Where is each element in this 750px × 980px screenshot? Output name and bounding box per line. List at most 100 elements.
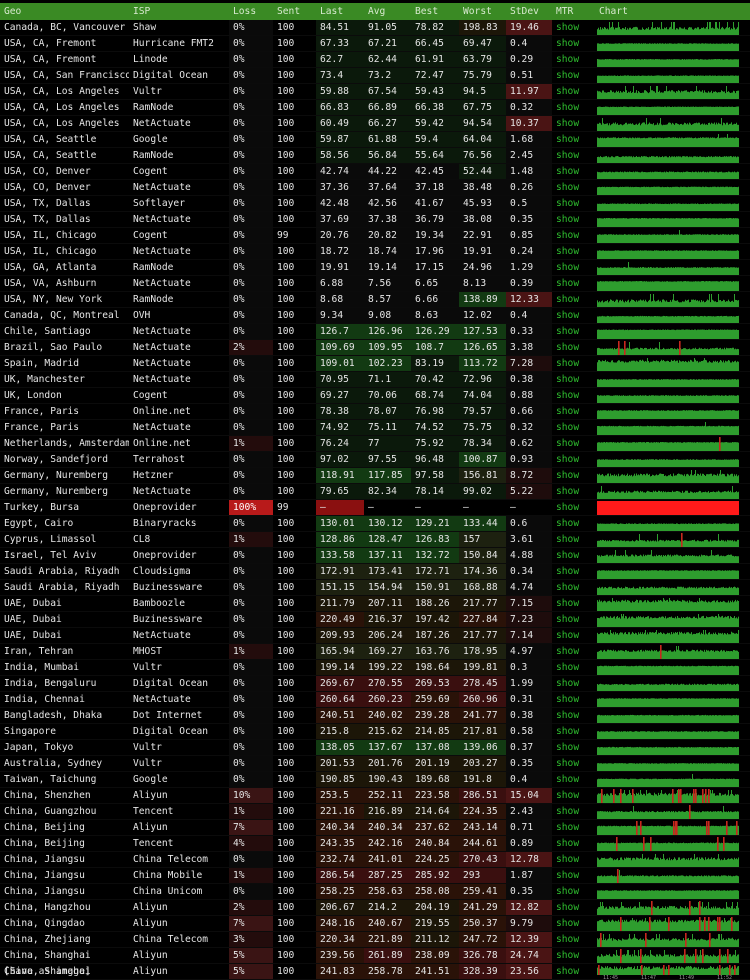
mtr-show-link[interactable]: show: [556, 326, 579, 337]
mtr-show-link[interactable]: show: [556, 678, 579, 689]
cell-avg: 260.23: [364, 691, 411, 708]
mtr-show-link[interactable]: show: [556, 342, 579, 353]
mtr-show-link[interactable]: show: [556, 310, 579, 321]
mtr-show-link[interactable]: show: [556, 598, 579, 609]
table-row: Japan, Tokyo Vultr 0% 100 138.05 137.67 137.08…: [0, 739, 750, 756]
mtr-show-link[interactable]: show: [556, 198, 579, 209]
cell-chart: [595, 883, 750, 900]
cell-geo: UAE, Dubai: [0, 611, 129, 628]
mtr-show-link[interactable]: show: [556, 230, 579, 241]
cell-isp: NetActuate: [129, 339, 229, 356]
cell-best: 55.64: [411, 147, 459, 164]
cell-stdev: 0.85: [506, 227, 552, 244]
mtr-show-link[interactable]: show: [556, 134, 579, 145]
mtr-show-link[interactable]: show: [556, 214, 579, 225]
cell-mtr: show: [552, 99, 595, 116]
mtr-show-link[interactable]: show: [556, 246, 579, 257]
mtr-show-link[interactable]: show: [556, 822, 579, 833]
mtr-show-link[interactable]: show: [556, 566, 579, 577]
cell-last: 58.56: [316, 147, 364, 164]
cell-last: 201.53: [316, 755, 364, 772]
cell-worst: 270.43: [459, 851, 506, 868]
mtr-show-link[interactable]: show: [556, 454, 579, 465]
table-row: UK, London Cogent 0% 100 69.27 70.06 68.74 74.0…: [0, 387, 750, 404]
mtr-show-link[interactable]: show: [556, 758, 579, 769]
mtr-show-link[interactable]: show: [556, 950, 579, 961]
mtr-show-link[interactable]: show: [556, 886, 579, 897]
cell-chart: [595, 787, 750, 804]
mtr-show-link[interactable]: show: [556, 742, 579, 753]
save-as-image-link[interactable]: [Save as image]: [4, 966, 91, 977]
cell-avg: 37.64: [364, 179, 411, 196]
mtr-show-link[interactable]: show: [556, 774, 579, 785]
cell-avg: 44.22: [364, 163, 411, 180]
table-row: China, Jiangsu China Telecom 0% 100 232.74 24…: [0, 851, 750, 868]
cell-sent: 100: [273, 275, 316, 292]
mtr-show-link[interactable]: show: [556, 710, 579, 721]
latency-sparkline: [597, 821, 739, 835]
mtr-show-link[interactable]: show: [556, 406, 579, 417]
mtr-show-link[interactable]: show: [556, 694, 579, 705]
cell-avg: 258.63: [364, 883, 411, 900]
mtr-show-link[interactable]: show: [556, 150, 579, 161]
cell-best: 78.14: [411, 483, 459, 500]
mtr-show-link[interactable]: show: [556, 54, 579, 65]
mtr-show-link[interactable]: show: [556, 438, 579, 449]
mtr-show-link[interactable]: show: [556, 486, 579, 497]
mtr-show-link[interactable]: show: [556, 534, 579, 545]
mtr-show-link[interactable]: show: [556, 390, 579, 401]
mtr-show-link[interactable]: show: [556, 550, 579, 561]
mtr-show-link[interactable]: show: [556, 182, 579, 193]
mtr-show-link[interactable]: show: [556, 166, 579, 177]
cell-mtr: show: [552, 483, 595, 500]
mtr-show-link[interactable]: show: [556, 470, 579, 481]
mtr-show-link[interactable]: show: [556, 86, 579, 97]
table-row: USA, CA, Fremont Hurricane FMT2 0% 100 67.33…: [0, 35, 750, 52]
mtr-show-link[interactable]: show: [556, 294, 579, 305]
mtr-show-link[interactable]: show: [556, 118, 579, 129]
mtr-show-link[interactable]: show: [556, 918, 579, 929]
mtr-show-link[interactable]: show: [556, 662, 579, 673]
mtr-show-link[interactable]: show: [556, 358, 579, 369]
mtr-show-link[interactable]: show: [556, 278, 579, 289]
cell-chart: [595, 659, 750, 676]
cell-avg: –: [364, 499, 411, 516]
mtr-show-link[interactable]: show: [556, 630, 579, 641]
mtr-show-link[interactable]: show: [556, 934, 579, 945]
mtr-show-link[interactable]: show: [556, 646, 579, 657]
mtr-show-link[interactable]: show: [556, 22, 579, 33]
cell-loss: 0%: [229, 51, 273, 68]
mtr-show-link[interactable]: show: [556, 614, 579, 625]
mtr-show-link[interactable]: show: [556, 518, 579, 529]
latency-sparkline: [597, 731, 739, 739]
cell-geo: India, Chennai: [0, 691, 129, 708]
table-row: UAE, Dubai NetActuate 0% 100 209.93 206.24 187…: [0, 627, 750, 644]
cell-chart: [595, 355, 750, 372]
table-row: USA, IL, Chicago Cogent 0% 99 20.76 20.82 19.3…: [0, 227, 750, 244]
mtr-show-link[interactable]: show: [556, 38, 579, 49]
mtr-show-link[interactable]: show: [556, 838, 579, 849]
mtr-show-link[interactable]: show: [556, 790, 579, 801]
mtr-show-link[interactable]: show: [556, 262, 579, 273]
mtr-show-link[interactable]: show: [556, 502, 579, 513]
mtr-show-link[interactable]: show: [556, 422, 579, 433]
cell-worst: 126.65: [459, 339, 506, 356]
cell-chart: [595, 835, 750, 852]
mtr-show-link[interactable]: show: [556, 870, 579, 881]
cell-avg: 242.16: [364, 835, 411, 852]
mtr-show-link[interactable]: show: [556, 70, 579, 81]
cell-best: 172.71: [411, 563, 459, 580]
cell-chart: [595, 83, 750, 100]
mtr-show-link[interactable]: show: [556, 374, 579, 385]
cell-mtr: show: [552, 547, 595, 564]
mtr-show-link[interactable]: show: [556, 966, 579, 977]
mtr-show-link[interactable]: show: [556, 806, 579, 817]
table-row: China, Zhejiang China Telecom 3% 100 220.34 2…: [0, 931, 750, 948]
mtr-show-link[interactable]: show: [556, 902, 579, 913]
cell-stdev: 4.97: [506, 643, 552, 660]
mtr-show-link[interactable]: show: [556, 102, 579, 113]
cell-chart: [595, 707, 750, 724]
mtr-show-link[interactable]: show: [556, 854, 579, 865]
mtr-show-link[interactable]: show: [556, 582, 579, 593]
mtr-show-link[interactable]: show: [556, 726, 579, 737]
